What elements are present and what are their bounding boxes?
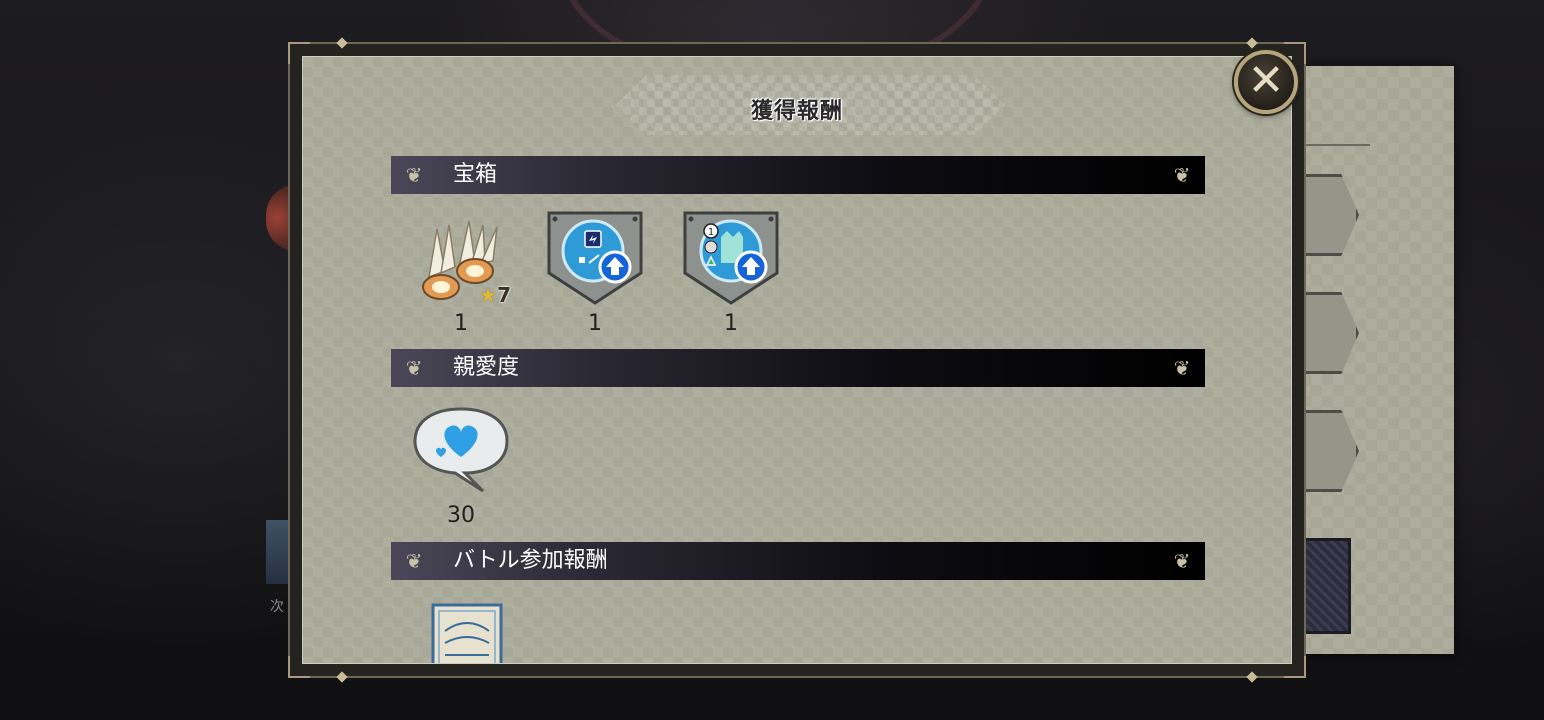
- section-label: 宝箱: [453, 162, 498, 187]
- svg-text:1: 1: [708, 227, 714, 238]
- skill-upgrade-icon: [547, 211, 643, 305]
- section-header-affection: ❦ 親愛度 ❦: [391, 349, 1205, 387]
- close-button[interactable]: ✕: [1234, 50, 1298, 114]
- reward-item-ticket[interactable]: [427, 601, 527, 663]
- star-rank-value: 7: [497, 283, 511, 307]
- item-count: 1: [724, 311, 738, 336]
- background-panel: [1300, 66, 1454, 654]
- section-label: バトル参加報酬: [453, 548, 608, 573]
- ornament-icon: ❦: [405, 356, 423, 380]
- background-tab: [1300, 410, 1359, 492]
- background-dark-tab: [1300, 538, 1351, 634]
- reward-item-claw[interactable]: ★7 1: [411, 207, 511, 347]
- character-upgrade-icon: 1: [683, 211, 779, 305]
- reward-item-affection[interactable]: 30: [411, 399, 511, 539]
- close-icon: ✕: [1247, 55, 1285, 106]
- item-count: 1: [454, 311, 468, 336]
- section-header-treasure: ❦ 宝箱 ❦: [391, 156, 1205, 194]
- star-icon: ★: [479, 283, 498, 307]
- reward-item-skill-upgrade[interactable]: 1: [545, 207, 645, 347]
- section-label: 親愛度: [453, 355, 520, 380]
- reward-item-character-upgrade[interactable]: 1 1: [681, 207, 781, 347]
- ornament-icon: ❦: [1173, 549, 1191, 573]
- heart-bubble-icon: [413, 407, 509, 493]
- background-text: 次: [270, 599, 284, 615]
- section-header-battle-reward: ❦ バトル参加報酬 ❦: [391, 542, 1205, 580]
- ticket-card-icon: [431, 603, 503, 663]
- ornament-icon: ❦: [405, 549, 423, 573]
- dialog-title: 獲得報酬: [750, 99, 843, 124]
- background-tab: [1300, 174, 1359, 256]
- item-count: 1: [588, 311, 602, 336]
- ornament-icon: ❦: [405, 163, 423, 187]
- item-count: 30: [447, 503, 475, 528]
- background-divider: [1300, 144, 1370, 146]
- ornament-icon: ❦: [1173, 356, 1191, 380]
- ornament-icon: ❦: [1173, 163, 1191, 187]
- dialog-content: 獲得報酬 ❦ 宝箱 ❦ ★7 1 1 1 1 ❦ 親愛度 ❦ 30 ❦ バトル参…: [302, 56, 1292, 664]
- background-tab: [1300, 292, 1359, 374]
- reward-dialog: 獲得報酬 ❦ 宝箱 ❦ ★7 1 1 1 1 ❦ 親愛度 ❦ 30 ❦ バトル参…: [288, 37, 1306, 683]
- star-rank-badge: ★7: [479, 283, 511, 307]
